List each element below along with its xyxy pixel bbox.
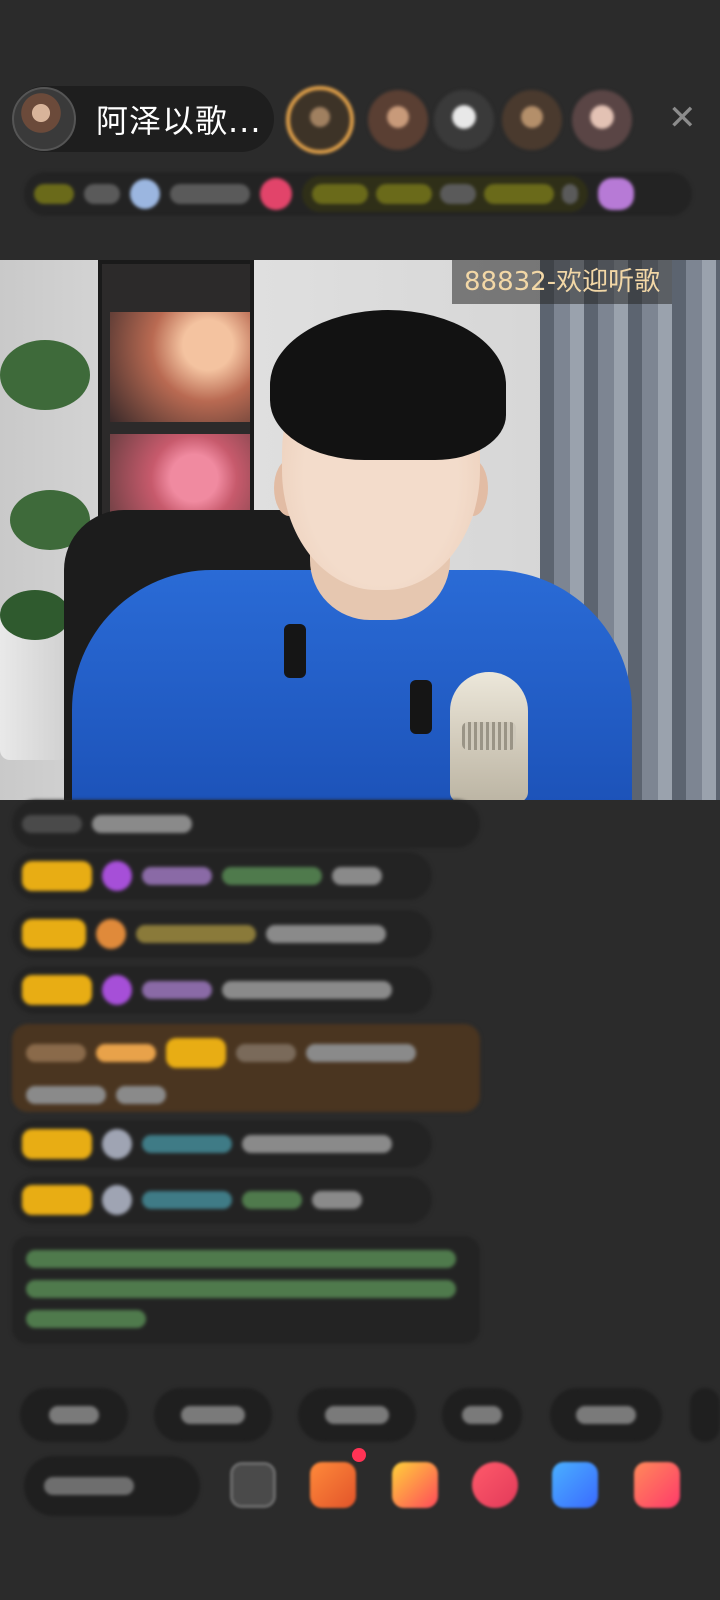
top-viewer-avatar-5[interactable] xyxy=(572,90,632,150)
level-icon xyxy=(102,861,132,891)
fan-badge xyxy=(22,975,92,1005)
level-icon xyxy=(102,975,132,1005)
fan-badge xyxy=(22,1129,92,1159)
live-icon[interactable] xyxy=(260,178,292,210)
quick-reply-chip[interactable] xyxy=(442,1388,522,1442)
quick-reply-chip[interactable] xyxy=(154,1388,272,1442)
shop-icon[interactable] xyxy=(310,1462,356,1508)
close-icon[interactable]: ✕ xyxy=(668,101,697,135)
diamond-count xyxy=(170,184,250,204)
chat-message[interactable] xyxy=(12,966,432,1014)
chat-message[interactable] xyxy=(12,852,432,900)
comment-input[interactable] xyxy=(24,1456,200,1516)
room-info-bar[interactable] xyxy=(24,172,692,216)
chat-message[interactable] xyxy=(12,1120,432,1168)
host-info-pill[interactable]: 阿泽以歌... xyxy=(12,86,274,152)
event-icon[interactable] xyxy=(598,178,634,210)
quick-reply-chip[interactable] xyxy=(550,1388,662,1442)
top-viewer-avatar-3[interactable] xyxy=(434,90,494,150)
plant-leaves xyxy=(0,340,90,410)
top-viewer-avatar-4[interactable] xyxy=(502,90,562,150)
streamer-hair xyxy=(270,310,506,460)
system-notice xyxy=(12,1236,480,1344)
diamond-icon xyxy=(130,179,160,209)
host-name: 阿泽以歌... xyxy=(96,102,262,140)
highlighted-chat-message[interactable] xyxy=(12,1024,480,1112)
gift-panel-icon[interactable] xyxy=(634,1462,680,1508)
quick-reply-chip[interactable] xyxy=(690,1388,720,1442)
top-viewer-avatar-2[interactable] xyxy=(368,90,428,150)
display-shelf xyxy=(98,260,254,550)
live-video[interactable]: 88832-欢迎听歌 xyxy=(0,260,720,800)
level-icon xyxy=(96,919,126,949)
event-banner[interactable] xyxy=(302,176,588,212)
gift-box-icon[interactable] xyxy=(392,1462,438,1508)
level-icon xyxy=(102,1129,132,1159)
lapel-mic xyxy=(284,624,306,678)
notification-dot xyxy=(352,1448,366,1462)
quick-reply-chip[interactable] xyxy=(298,1388,416,1442)
more-icon[interactable] xyxy=(230,1462,276,1508)
fan-badge xyxy=(22,1185,92,1215)
chat-message[interactable] xyxy=(12,800,480,848)
quick-reply-chip[interactable] xyxy=(20,1388,128,1442)
chat-message[interactable] xyxy=(12,1176,432,1224)
top-viewer-avatar-1[interactable] xyxy=(286,86,354,154)
chat-message[interactable] xyxy=(12,910,432,958)
fan-badge xyxy=(22,861,92,891)
host-avatar[interactable] xyxy=(12,87,76,151)
share-icon[interactable] xyxy=(552,1462,598,1508)
room-tag: 88832-欢迎听歌 xyxy=(452,260,673,304)
gift-icon[interactable] xyxy=(472,1462,518,1508)
level-icon xyxy=(102,1185,132,1215)
fan-badge xyxy=(22,919,86,949)
rank-text xyxy=(84,184,120,204)
rank-badge-icon xyxy=(34,184,74,204)
